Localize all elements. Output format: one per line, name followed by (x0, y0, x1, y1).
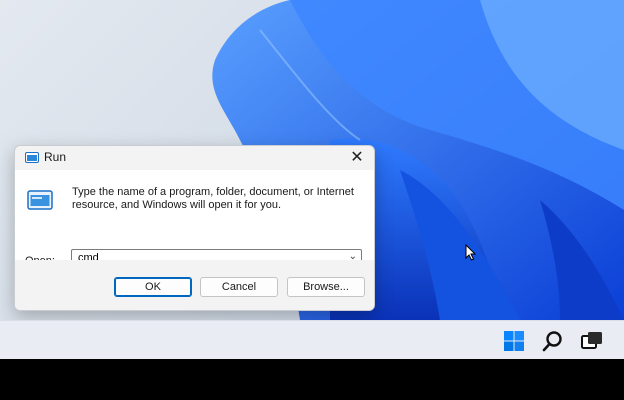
mouse-cursor-icon (465, 244, 477, 261)
dialog-body: Type the name of a program, folder, docu… (15, 170, 374, 269)
dialog-title: Run (44, 150, 67, 164)
black-bar (0, 359, 624, 400)
task-view-icon[interactable] (580, 329, 604, 353)
run-app-icon (25, 152, 39, 163)
taskbar (0, 320, 624, 360)
windows-start-icon[interactable] (502, 329, 526, 353)
title-bar[interactable]: Run ✕ (15, 146, 374, 170)
run-icon (27, 190, 53, 210)
dialog-description: Type the name of a program, folder, docu… (72, 186, 354, 211)
cancel-button[interactable]: Cancel (200, 277, 278, 297)
ok-button[interactable]: OK (114, 277, 192, 297)
close-button[interactable]: ✕ (344, 147, 370, 169)
browse-button[interactable]: Browse... (287, 277, 365, 297)
dialog-footer: OK Cancel Browse... (15, 260, 374, 310)
search-icon[interactable] (541, 329, 565, 353)
run-dialog: Run ✕ Type the name of a program, folder… (14, 145, 375, 311)
